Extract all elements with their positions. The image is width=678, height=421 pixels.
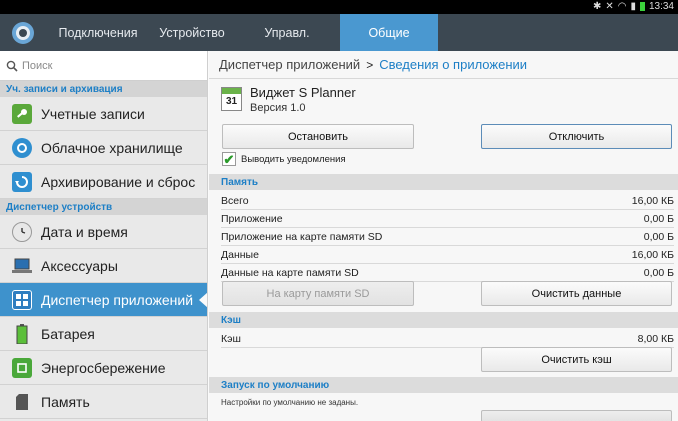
clear-data-button[interactable]: Очистить данные [481,281,672,306]
stop-button[interactable]: Остановить [222,124,414,149]
sidebar-item-label: Аксессуары [41,257,118,274]
sidebar-item-backup[interactable]: Архивирование и сброс [0,165,207,199]
battery-icon [639,2,645,11]
notifications-checkbox[interactable]: ✔ Выводить уведомления [222,152,346,166]
tab-controls[interactable]: Управл. [234,14,340,51]
defaults-section-header: Запуск по умолчанию [209,377,678,393]
backup-icon [12,171,32,192]
status-icons: ✱ ✕ ◠ ▮ 13:34 [593,1,674,12]
app-header: 31 Виджет S Planner Версия 1.0 [221,85,356,114]
battery-icon [12,323,32,344]
notifications-label: Выводить уведомления [241,153,346,165]
laptop-icon [12,256,32,276]
sidebar-item-label: Учетные записи [41,105,145,122]
sd-card-icon [12,392,32,412]
grid-icon [12,289,32,310]
section-header-device: Диспетчер устройств [0,199,207,215]
tab-device[interactable]: Устройство [150,14,234,51]
memory-section-header: Память [209,174,678,190]
cache-section-header: Кэш [209,312,678,328]
breadcrumb-current: Сведения о приложении [379,57,528,72]
section-header-accounts: Уч. записи и архивация [0,81,207,97]
memory-row: Приложение на карте памяти SD 0,00 Б [221,228,674,246]
sidebar-item-label: Память [41,393,90,410]
sidebar-item-storage[interactable]: Память [0,385,207,419]
breadcrumb-parent[interactable]: Диспетчер приложений [219,57,360,72]
sidebar-item-accounts[interactable]: Учетные записи [0,97,207,131]
sidebar-item-app-manager[interactable]: Диспетчер приложений [0,283,207,317]
sidebar-item-label: Энергосбережение [41,359,166,376]
breadcrumb-separator: > [366,57,374,72]
search-placeholder: Поиск [22,59,53,72]
app-info-panel: Диспетчер приложений > Сведения о прилож… [209,51,678,421]
tab-connections[interactable]: Подключения [46,14,150,51]
checkmark-icon: ✔ [222,151,236,167]
bluetooth-icon: ✱ [592,1,602,12]
clear-defaults-button[interactable] [481,410,672,421]
sidebar-item-label: Облачное хранилище [41,139,183,156]
memory-row: Данные на карте памяти SD 0,00 Б [221,264,674,282]
sidebar-item-accessories[interactable]: Аксессуары [0,249,207,283]
sidebar: Поиск Уч. записи и архивация Учетные зап… [0,51,208,421]
tab-general[interactable]: Общие [340,14,438,51]
app-version: Версия 1.0 [250,102,306,114]
key-icon [12,103,32,124]
sidebar-item-label: Архивирование и сброс [41,173,196,190]
tab-bar: Подключения Устройство Управл. Общие [0,14,678,51]
sidebar-item-datetime[interactable]: Дата и время [0,215,207,249]
clock-icon [12,221,32,242]
move-to-sd-button[interactable]: На карту памяти SD [222,281,414,306]
search-icon [6,60,18,72]
sidebar-item-cloud[interactable]: Облачное хранилище [0,131,207,165]
calendar-icon: 31 [221,87,242,111]
sidebar-item-label: Диспетчер приложений [41,291,194,308]
disable-button[interactable]: Отключить [481,124,672,149]
breadcrumb: Диспетчер приложений > Сведения о прилож… [209,51,678,79]
settings-gear-icon[interactable] [0,14,46,51]
memory-row: Всего 16,00 КБ [221,192,674,210]
wifi-icon: ◠ [617,1,627,12]
memory-row: Данные 16,00 КБ [221,246,674,264]
sidebar-item-label: Дата и время [41,223,128,240]
sidebar-item-battery[interactable]: Батарея [0,317,207,351]
status-bar: ✱ ✕ ◠ ▮ 13:34 [0,0,678,14]
mute-icon: ✕ [605,1,614,12]
clock-time: 13:34 [648,1,674,12]
cache-row: Кэш 8,00 КБ [221,330,674,348]
power-save-icon [12,357,32,378]
search-input[interactable]: Поиск [0,51,207,81]
app-name: Виджет S Planner [250,85,356,100]
memory-row: Приложение 0,00 Б [221,210,674,228]
cloud-icon [12,137,32,158]
clear-cache-button[interactable]: Очистить кэш [481,347,672,372]
sidebar-item-power-saving[interactable]: Энергосбережение [0,351,207,385]
signal-icon: ▮ [630,1,636,12]
sidebar-item-label: Батарея [41,325,95,342]
defaults-note: Настройки по умолчанию не заданы. [221,398,359,407]
